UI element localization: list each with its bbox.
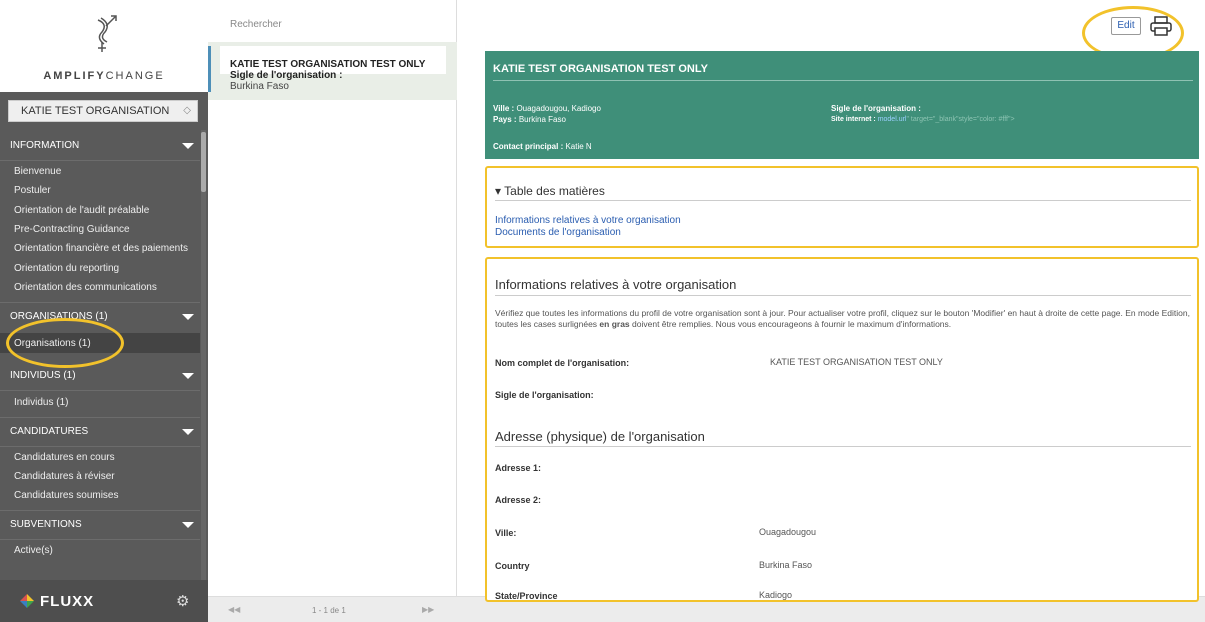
field-label-adresse2: Adresse 2:: [495, 495, 542, 505]
caret-down-icon: [182, 314, 194, 320]
nav-audit[interactable]: Orientation de l'audit préalable: [14, 205, 149, 216]
nav-actives[interactable]: Active(s): [14, 545, 53, 556]
section-candidatures[interactable]: CANDIDATURES: [0, 420, 208, 444]
table-of-contents: ▾ Table des matières Informations relati…: [485, 166, 1199, 248]
nav-candidatures-soumises[interactable]: Candidatures soumises: [14, 490, 119, 501]
nav-financiere[interactable]: Orientation financière et des paiements: [14, 243, 188, 254]
sigle-row: Sigle de l'organisation :: [831, 104, 921, 113]
list-panel: Rechercher KATIE TEST ORGANISATION TEST …: [208, 0, 457, 622]
diamond-quadrant: [27, 594, 34, 601]
nav-candidatures-a-reviser[interactable]: Candidatures à réviser: [14, 471, 115, 482]
logo-area: AMPLIFYCHANGE: [0, 0, 208, 92]
pager-count: 1 - 1 de 1: [312, 606, 346, 615]
organisation-select[interactable]: KATIE TEST ORGANISATION ◇: [8, 100, 198, 122]
field-value-state: Kadiogo: [759, 590, 793, 600]
field-label-country: Country: [495, 561, 530, 571]
divider: [495, 446, 1191, 447]
nav-bienvenue[interactable]: Bienvenue: [14, 166, 61, 177]
toc-title[interactable]: ▾ Table des matières: [495, 184, 605, 198]
info-title: Informations relatives à votre organisat…: [495, 277, 737, 292]
app: AMPLIFYCHANGE KATIE TEST ORGANISATION ◇ …: [0, 0, 1205, 622]
divider: [0, 417, 200, 418]
pager: ◀◀ 1 - 1 de 1 ▶▶: [208, 596, 457, 622]
caret-down-icon: [182, 373, 194, 379]
nav-individus[interactable]: Individus (1): [14, 397, 68, 408]
fluxx-diamond-icon: [20, 594, 34, 608]
brand-name: AMPLIFYCHANGE: [43, 70, 165, 82]
divider: [495, 295, 1191, 296]
toc-link-documents[interactable]: Documents de l'organisation: [495, 227, 621, 238]
list-item-subtitle: Sigle de l'organisation :: [230, 70, 343, 81]
field-value-ville: Ouagadougou: [759, 527, 817, 537]
caret-down-icon: [182, 522, 194, 528]
highlight-circle-organisations: [6, 318, 124, 368]
organisation-title: KATIE TEST ORGANISATION TEST ONLY: [493, 63, 708, 75]
divider: [493, 80, 1193, 81]
section-subventions[interactable]: SUBVENTIONS: [0, 513, 208, 537]
section-information[interactable]: INFORMATION: [0, 134, 208, 158]
diamond-quadrant: [20, 601, 27, 608]
divider: [0, 510, 200, 511]
gear-icon[interactable]: ⚙: [176, 592, 189, 610]
divider: [0, 160, 200, 161]
caret-down-icon: [182, 429, 194, 435]
divider: [495, 200, 1191, 201]
pays-row: Pays : Burkina Faso: [493, 115, 566, 124]
site-row: Site internet : model.url" target="_blan…: [831, 116, 1015, 123]
organisation-info-section: Informations relatives à votre organisat…: [485, 257, 1199, 602]
field-label-state: State/Province: [495, 591, 558, 601]
nav-communications[interactable]: Orientation des communications: [14, 282, 157, 293]
divider: [0, 390, 200, 391]
list-item-country: Burkina Faso: [230, 81, 289, 92]
divider: [0, 539, 200, 540]
field-label-adresse1: Adresse 1:: [495, 463, 542, 473]
address-title: Adresse (physique) de l'organisation: [495, 429, 705, 444]
field-label-sigle: Sigle de l'organisation:: [495, 390, 594, 400]
diamond-quadrant: [20, 594, 27, 601]
diamond-quadrant: [27, 601, 34, 608]
nav-reporting[interactable]: Orientation du reporting: [14, 263, 119, 274]
selected-indicator: [208, 46, 211, 92]
search-input[interactable]: Rechercher: [230, 19, 282, 30]
field-label-nom: Nom complet de l'organisation:: [495, 358, 630, 368]
list-item-title: KATIE TEST ORGANISATION TEST ONLY: [230, 59, 426, 70]
nav-candidatures-en-cours[interactable]: Candidatures en cours: [14, 452, 115, 463]
sidebar-footer: FLUXX ⚙: [0, 580, 208, 622]
section-individus[interactable]: INDIVIDUS (1): [0, 364, 208, 388]
nav-postuler[interactable]: Postuler: [14, 185, 51, 196]
divider: [0, 446, 200, 447]
pager-prev-button[interactable]: ◀◀: [228, 605, 240, 614]
fluxx-logo: FLUXX: [20, 593, 94, 610]
site-link[interactable]: model.url: [878, 116, 907, 123]
field-value-nom: KATIE TEST ORGANISATION TEST ONLY: [770, 357, 943, 367]
sidebar: AMPLIFYCHANGE KATIE TEST ORGANISATION ◇ …: [0, 0, 208, 622]
organisation-header-card: KATIE TEST ORGANISATION TEST ONLY Ville …: [485, 51, 1199, 159]
nav-pre-contracting[interactable]: Pre-Contracting Guidance: [14, 224, 130, 235]
info-paragraph: Vérifiez que toutes les informations du …: [495, 308, 1190, 329]
caret-down-icon: [182, 143, 194, 149]
amplifychange-logo-icon: [97, 15, 117, 52]
field-label-ville: Ville:: [495, 528, 517, 538]
contact-row: Contact principal : Katie N: [493, 142, 592, 151]
toc-link-informations[interactable]: Informations relatives à votre organisat…: [495, 215, 681, 226]
pager-next-button[interactable]: ▶▶: [422, 605, 434, 614]
field-value-country: Burkina Faso: [759, 560, 813, 570]
select-arrows-icon: ◇: [183, 105, 191, 116]
ville-row: Ville : Ouagadougou, Kadiogo: [493, 104, 601, 113]
divider: [0, 302, 200, 303]
